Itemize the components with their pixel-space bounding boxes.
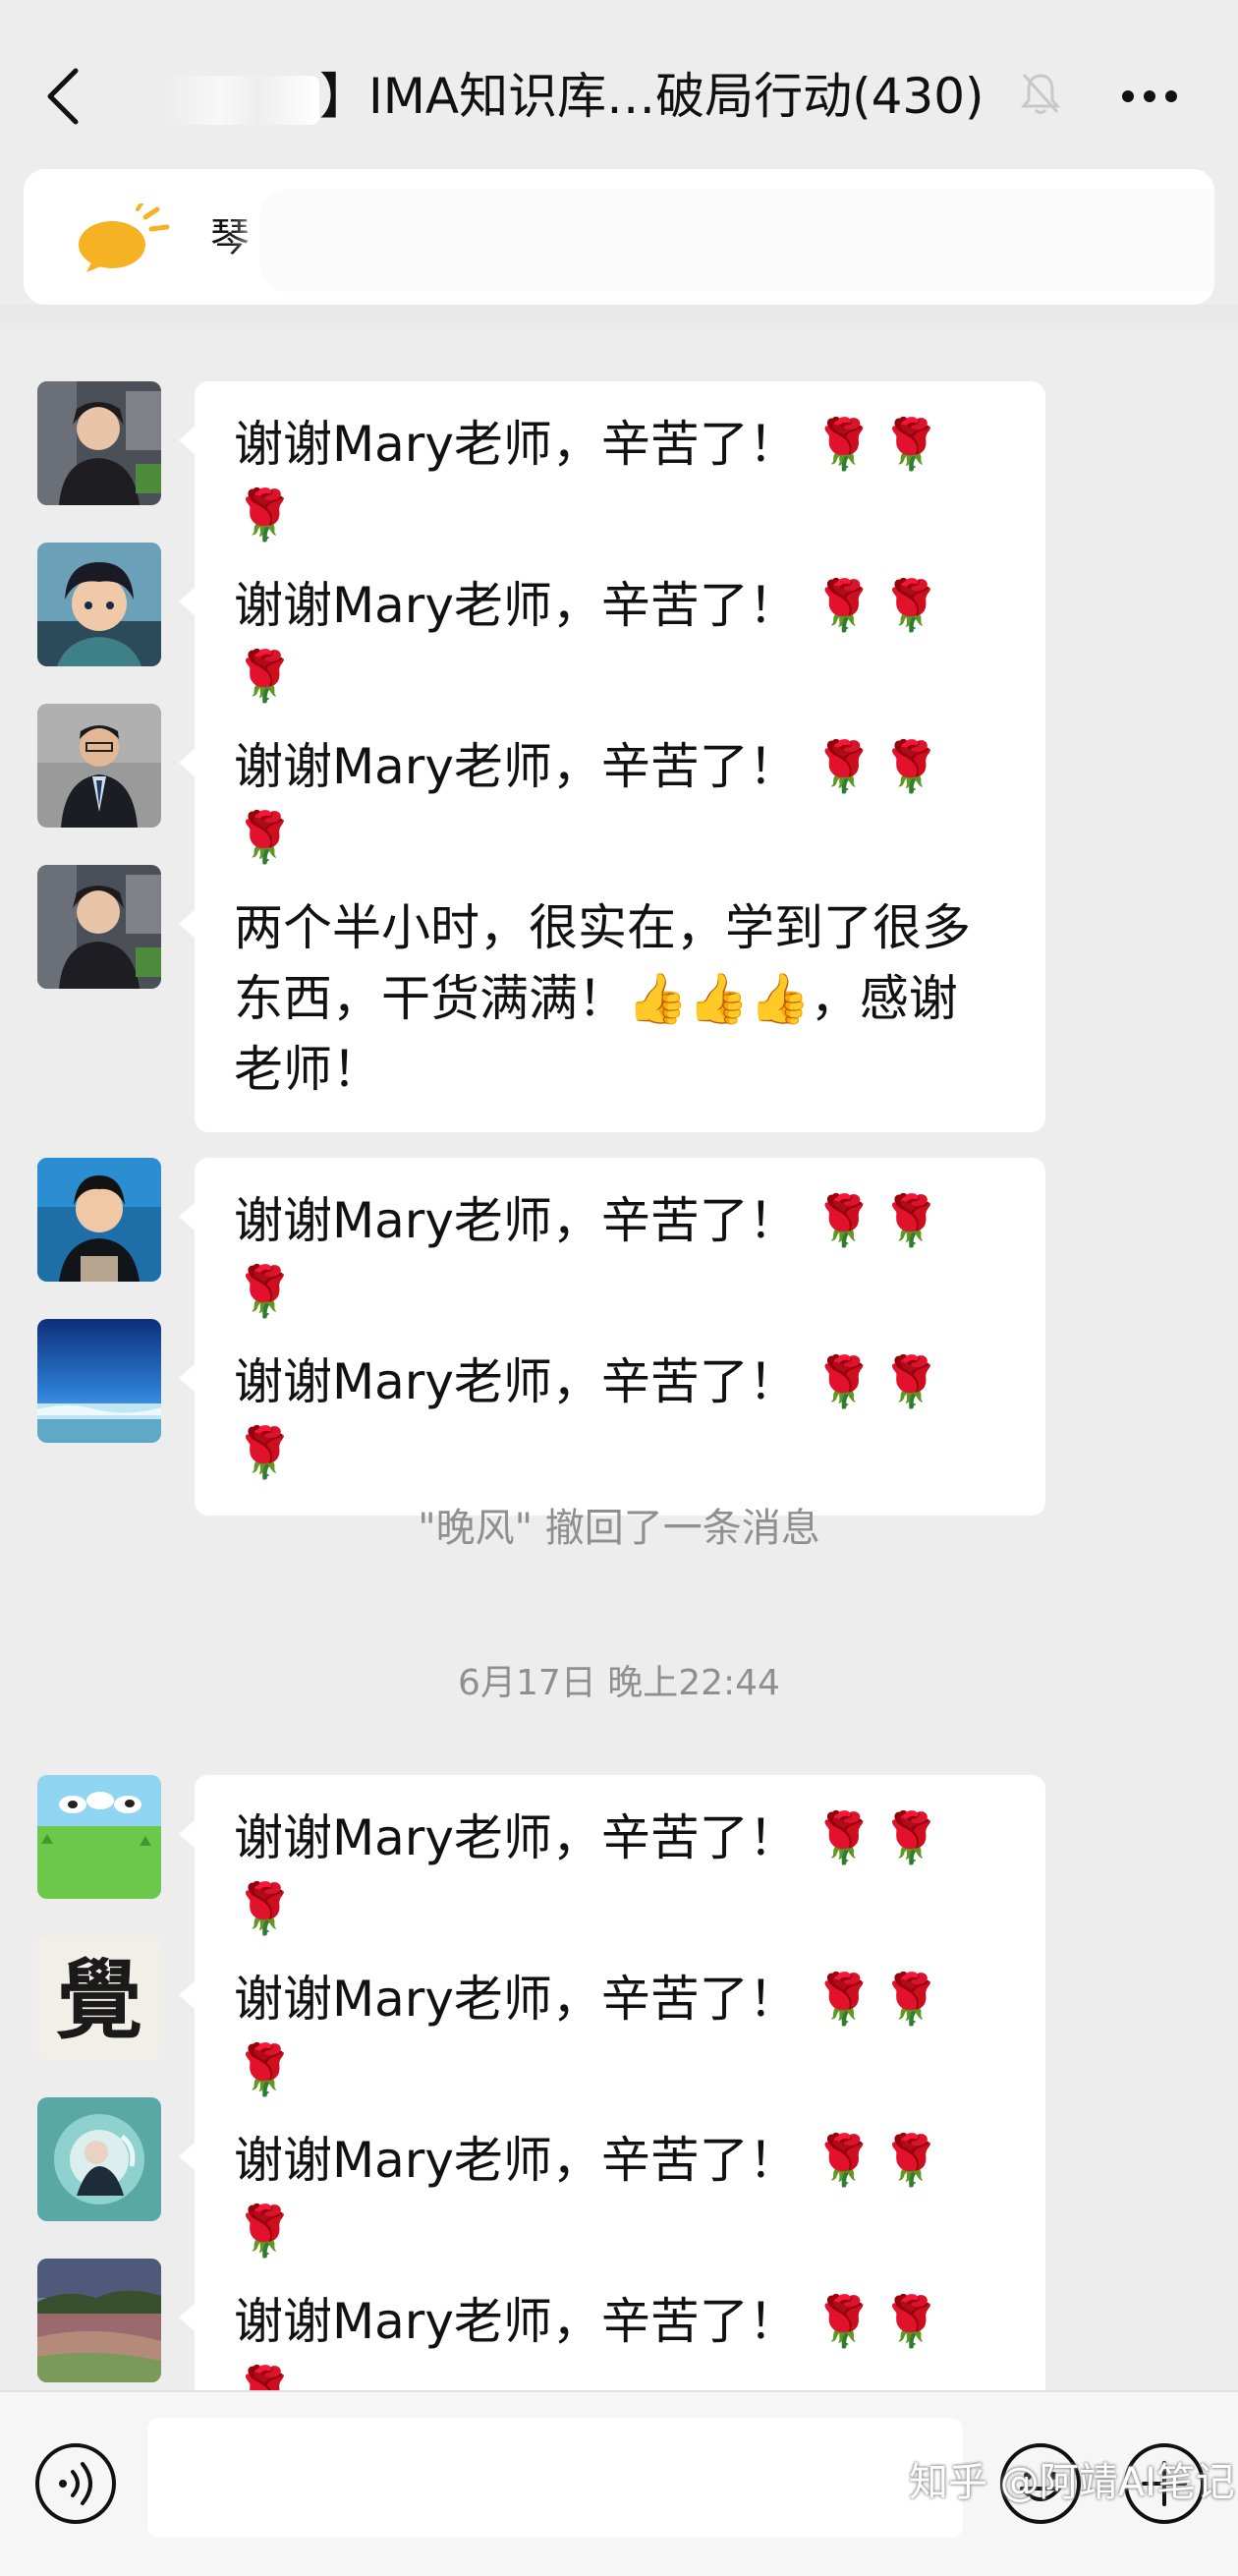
- avatar[interactable]: [37, 2097, 161, 2221]
- message-text-line: 老师！: [234, 1041, 381, 1098]
- message-text: 谢谢Mary老师，辛苦了！: [234, 1971, 798, 2028]
- divider: [0, 305, 1238, 350]
- avatar-calligraphy: 覺: [56, 1949, 142, 2051]
- announcement-text: 琴: [210, 215, 250, 260]
- avatar[interactable]: [37, 704, 161, 828]
- message-text-line: 东西，干货满满！👍👍👍，感谢: [234, 970, 958, 1027]
- message-text-line: 两个半小时，很实在，学到了很多: [234, 899, 971, 956]
- message-bubble[interactable]: 谢谢Mary老师，辛苦了！ 🌹🌹🌹: [179, 1319, 1045, 1516]
- timestamp: 6月17日 晚上22:44: [458, 1663, 780, 1703]
- avatar[interactable]: [37, 1319, 161, 1443]
- chat-title-text: 】IMA知识库…破局行动: [319, 68, 853, 125]
- watermark: 知乎 @阿靖AI笔记: [909, 2460, 1235, 2505]
- chevron-left-icon[interactable]: [44, 67, 84, 126]
- message-text: 谢谢Mary老师，辛苦了！: [234, 1809, 798, 1866]
- member-count: (430): [852, 68, 985, 125]
- message-input[interactable]: [147, 2418, 963, 2538]
- message-text: 谢谢Mary老师，辛苦了！: [234, 2132, 798, 2189]
- ellipsis-icon[interactable]: [1120, 88, 1179, 104]
- announcement-bubble-icon: [79, 203, 170, 272]
- recall-notice: "晚风" 撤回了一条消息: [418, 1506, 820, 1551]
- avatar[interactable]: [37, 2259, 161, 2382]
- message-text: 谢谢Mary老师，辛苦了！: [234, 738, 798, 795]
- bell-muted-icon: [1020, 73, 1061, 114]
- message-text: 谢谢Mary老师，辛苦了！: [234, 577, 798, 634]
- avatar[interactable]: [37, 865, 161, 989]
- avatar[interactable]: [37, 1775, 161, 1899]
- message-text: 谢谢Mary老师，辛苦了！: [234, 416, 798, 473]
- message-text: 谢谢Mary老师，辛苦了！: [234, 1353, 798, 1410]
- avatar[interactable]: [37, 381, 161, 505]
- avatar[interactable]: [37, 543, 161, 666]
- chat-header: 】IMA知识库…破局行动(430): [0, 0, 1238, 167]
- avatar[interactable]: [37, 1158, 161, 1282]
- message-bubble[interactable]: 两个半小时，很实在，学到了很多 东西，干货满满！👍👍👍，感谢 老师！: [179, 865, 1045, 1132]
- group-announcement[interactable]: 琴: [24, 169, 1214, 305]
- chat-title: 】IMA知识库…破局行动(430): [167, 57, 1012, 136]
- message-text: 谢谢Mary老师，辛苦了！: [234, 2293, 798, 2350]
- redacted-title-part: [167, 75, 319, 125]
- message-text: 谢谢Mary老师，辛苦了！: [234, 1192, 798, 1249]
- avatar[interactable]: 覺: [37, 1936, 161, 2060]
- voice-icon[interactable]: [33, 2441, 118, 2526]
- redacted-announcement: [259, 189, 1214, 292]
